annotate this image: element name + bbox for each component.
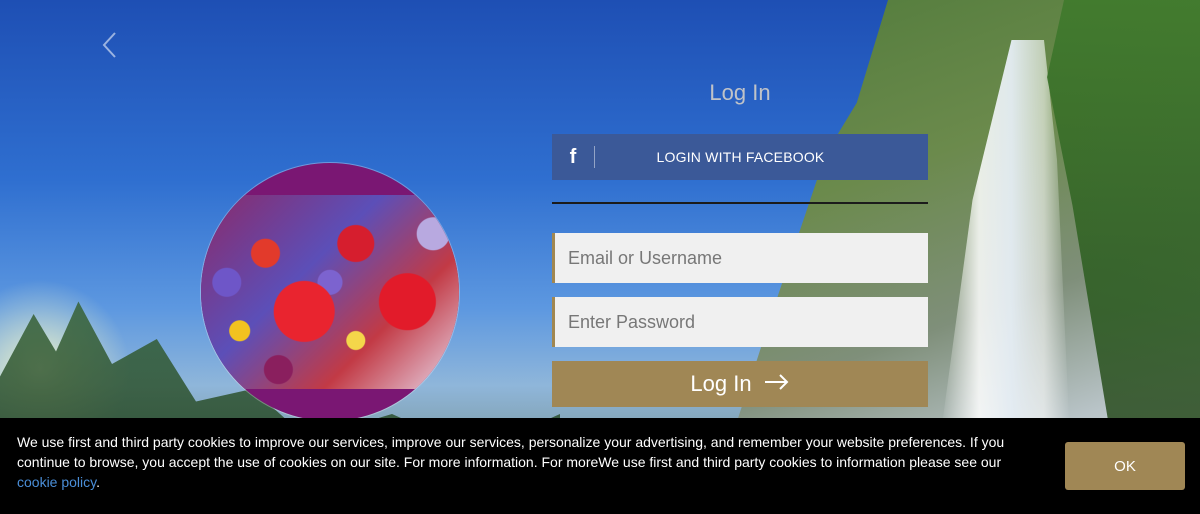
facebook-icon: f	[569, 145, 577, 168]
page-title: Log In	[709, 80, 771, 105]
cookie-message: We use first and third party cookies to …	[17, 432, 1007, 492]
password-field[interactable]	[552, 297, 928, 347]
facebook-login-label: LOGIN WITH FACEBOOK	[656, 149, 825, 165]
arrow-right-icon	[764, 372, 790, 396]
cookie-policy-link[interactable]: cookie policy	[17, 474, 96, 490]
cookie-text-suffix: .	[96, 474, 101, 490]
login-button-label: Log In	[690, 371, 752, 396]
chevron-left-icon[interactable]	[100, 30, 124, 60]
flowers-photo	[201, 195, 459, 389]
profile-image	[201, 163, 459, 421]
cookie-ok-button[interactable]: OK	[1065, 442, 1185, 490]
cookie-text: We use first and third party cookies to …	[17, 434, 1005, 470]
cookie-banner: We use first and third party cookies to …	[0, 418, 1200, 514]
divider	[552, 202, 928, 204]
login-button[interactable]: Log In	[552, 361, 928, 407]
facebook-login-button[interactable]: f LOGIN WITH FACEBOOK	[552, 134, 928, 180]
email-field[interactable]	[552, 233, 928, 283]
